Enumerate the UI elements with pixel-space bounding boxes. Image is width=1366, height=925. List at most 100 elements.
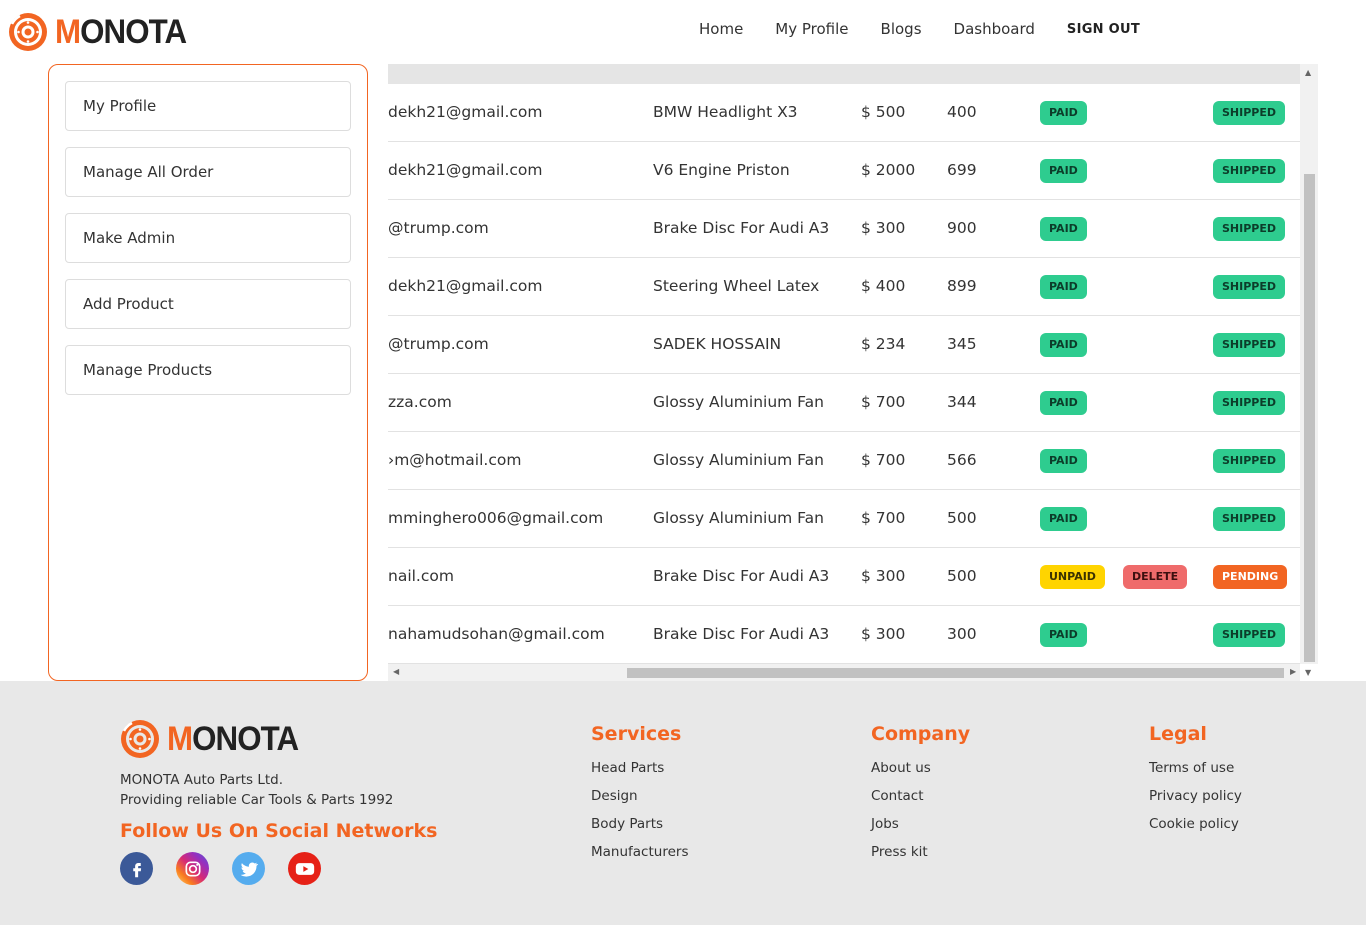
order-product: Brake Disc For Audi A3 — [653, 567, 830, 585]
table-row: dekh21@gmail.com Steering Wheel Latex $ 40… — [388, 258, 1300, 316]
order-email: dekh21@gmail.com — [388, 161, 543, 179]
order-price: $ 300 — [861, 567, 906, 585]
order-product: SADEK HOSSAIN — [653, 335, 782, 353]
footer-company-column: Company About us Contact Jobs Press kit — [871, 723, 970, 866]
order-price: $ 300 — [861, 625, 906, 643]
order-quantity: 344 — [947, 393, 977, 411]
nav-my-profile-link[interactable]: My Profile — [775, 20, 848, 38]
brand-logo[interactable]: MONOTA — [8, 12, 198, 52]
footer-link-body-parts[interactable]: Body Parts — [591, 810, 688, 838]
nav-blogs-link[interactable]: Blogs — [881, 20, 922, 38]
top-navbar: MONOTA Home My Profile Blogs Dashboard S… — [0, 0, 1366, 64]
order-product: Glossy Aluminium Fan — [653, 451, 824, 469]
orders-table: dekh21@gmail.com BMW Headlight X3 $ 500 400… — [388, 64, 1318, 681]
scroll-left-arrow-icon[interactable]: ◀ — [393, 667, 399, 676]
sidebar-item-add-product[interactable]: Add Product — [65, 279, 351, 329]
order-product: Brake Disc For Audi A3 — [653, 219, 830, 237]
sidebar-item-manage-all-order[interactable]: Manage All Order — [65, 147, 351, 197]
vertical-scroll-thumb[interactable] — [1304, 174, 1315, 662]
instagram-icon[interactable] — [176, 852, 209, 885]
footer-link-about-us[interactable]: About us — [871, 754, 970, 782]
footer-link-terms-of-use[interactable]: Terms of use — [1149, 754, 1242, 782]
order-quantity: 899 — [947, 277, 977, 295]
dashboard-sidebar: My Profile Manage All Order Make Admin A… — [48, 64, 368, 681]
order-quantity: 500 — [947, 567, 977, 585]
footer-link-contact[interactable]: Contact — [871, 782, 970, 810]
order-quantity: 500 — [947, 509, 977, 527]
order-quantity: 400 — [947, 103, 977, 121]
horizontal-scroll-thumb[interactable] — [627, 668, 1284, 678]
horizontal-scrollbar[interactable]: ◀ ▶ — [388, 664, 1300, 681]
facebook-icon[interactable] — [120, 852, 153, 885]
youtube-icon[interactable] — [288, 852, 321, 885]
order-product: BMW Headlight X3 — [653, 103, 798, 121]
table-row: nail.com Brake Disc For Audi A3 $ 300 500 UN… — [388, 548, 1300, 606]
order-quantity: 300 — [947, 625, 977, 643]
scroll-up-arrow-icon[interactable]: ▲ — [1305, 68, 1311, 77]
footer-link-head-parts[interactable]: Head Parts — [591, 754, 688, 782]
nav-home-link[interactable]: Home — [699, 20, 743, 38]
order-email: mminghero006@gmail.com — [388, 509, 604, 527]
payment-status-badge: PAID — [1040, 333, 1087, 357]
footer-link-design[interactable]: Design — [591, 782, 688, 810]
footer-link-press-kit[interactable]: Press kit — [871, 838, 970, 866]
footer-link-jobs[interactable]: Jobs — [871, 810, 970, 838]
footer-brand-logo[interactable]: MONOTA — [120, 719, 310, 759]
payment-status-badge[interactable]: UNPAID — [1040, 565, 1105, 589]
scroll-right-arrow-icon[interactable]: ▶ — [1290, 667, 1296, 676]
footer-services-column: Services Head Parts Design Body Parts Ma… — [591, 723, 688, 866]
payment-status-badge: PAID — [1040, 507, 1087, 531]
footer-link-manufacturers[interactable]: Manufacturers — [591, 838, 688, 866]
order-email: @trump.com — [388, 219, 489, 237]
table-header-row — [388, 64, 1300, 84]
order-product: V6 Engine Priston — [653, 161, 790, 179]
shipping-status-badge: SHIPPED — [1213, 217, 1285, 241]
order-email: ›m@hotmail.com — [388, 451, 522, 469]
order-price: $ 700 — [861, 509, 906, 527]
order-quantity: 900 — [947, 219, 977, 237]
delete-order-button[interactable]: DELETE — [1123, 565, 1188, 589]
table-row: ›m@hotmail.com Glossy Aluminium Fan $ 700 5… — [388, 432, 1300, 490]
order-email: nahamudsohan@gmail.com — [388, 625, 605, 643]
order-email: nail.com — [388, 567, 454, 585]
shipping-status-badge[interactable]: PENDING — [1213, 565, 1288, 589]
order-email: zza.com — [388, 393, 452, 411]
sidebar-item-my-profile[interactable]: My Profile — [65, 81, 351, 131]
payment-status-badge: PAID — [1040, 449, 1087, 473]
footer-company-heading: Company — [871, 723, 971, 745]
footer-services-heading: Services — [591, 723, 682, 745]
sidebar-item-manage-products[interactable]: Manage Products — [65, 345, 351, 395]
footer-company-name: MONOTA Auto Parts Ltd. — [120, 772, 284, 788]
order-email: dekh21@gmail.com — [388, 277, 543, 295]
footer-link-cookie-policy[interactable]: Cookie policy — [1149, 810, 1242, 838]
scroll-down-arrow-icon[interactable]: ▼ — [1305, 668, 1311, 677]
order-price: $ 2000 — [861, 161, 916, 179]
sign-out-button[interactable]: SIGN OUT — [1067, 22, 1140, 37]
brand-name: MONOTA — [55, 12, 187, 52]
vertical-scrollbar[interactable]: ▲ ▼ — [1300, 64, 1318, 677]
order-quantity: 699 — [947, 161, 977, 179]
brand-rest: ONOTA — [80, 12, 187, 51]
table-row: zza.com Glossy Aluminium Fan $ 700 344 PAID S… — [388, 374, 1300, 432]
social-links — [120, 852, 344, 885]
shipping-status-badge: SHIPPED — [1213, 159, 1285, 183]
shipping-status-badge: SHIPPED — [1213, 449, 1285, 473]
order-email: @trump.com — [388, 335, 489, 353]
nav-dashboard-link[interactable]: Dashboard — [954, 20, 1035, 38]
order-product: Glossy Aluminium Fan — [653, 393, 824, 411]
footer-link-privacy-policy[interactable]: Privacy policy — [1149, 782, 1242, 810]
site-footer: MONOTA MONOTA Auto Parts Ltd. Providing … — [0, 681, 1366, 925]
payment-status-badge: PAID — [1040, 101, 1087, 125]
footer-tagline: Providing reliable Car Tools & Parts 199… — [120, 792, 394, 808]
payment-status-badge: PAID — [1040, 623, 1087, 647]
footer-brand-name: MONOTA — [167, 720, 299, 759]
sidebar-item-make-admin[interactable]: Make Admin — [65, 213, 351, 263]
order-price: $ 400 — [861, 277, 906, 295]
order-email: dekh21@gmail.com — [388, 103, 543, 121]
twitter-icon[interactable] — [232, 852, 265, 885]
table-row: @trump.com SADEK HOSSAIN $ 234 345 PAID SHIPP… — [388, 316, 1300, 374]
footer-legal-column: Legal Terms of use Privacy policy Cookie… — [1149, 723, 1242, 838]
table-row: mminghero006@gmail.com Glossy Aluminium F… — [388, 490, 1300, 548]
table-row: dekh21@gmail.com BMW Headlight X3 $ 500 400… — [388, 84, 1300, 142]
table-row: @trump.com Brake Disc For Audi A3 $ 300 900… — [388, 200, 1300, 258]
